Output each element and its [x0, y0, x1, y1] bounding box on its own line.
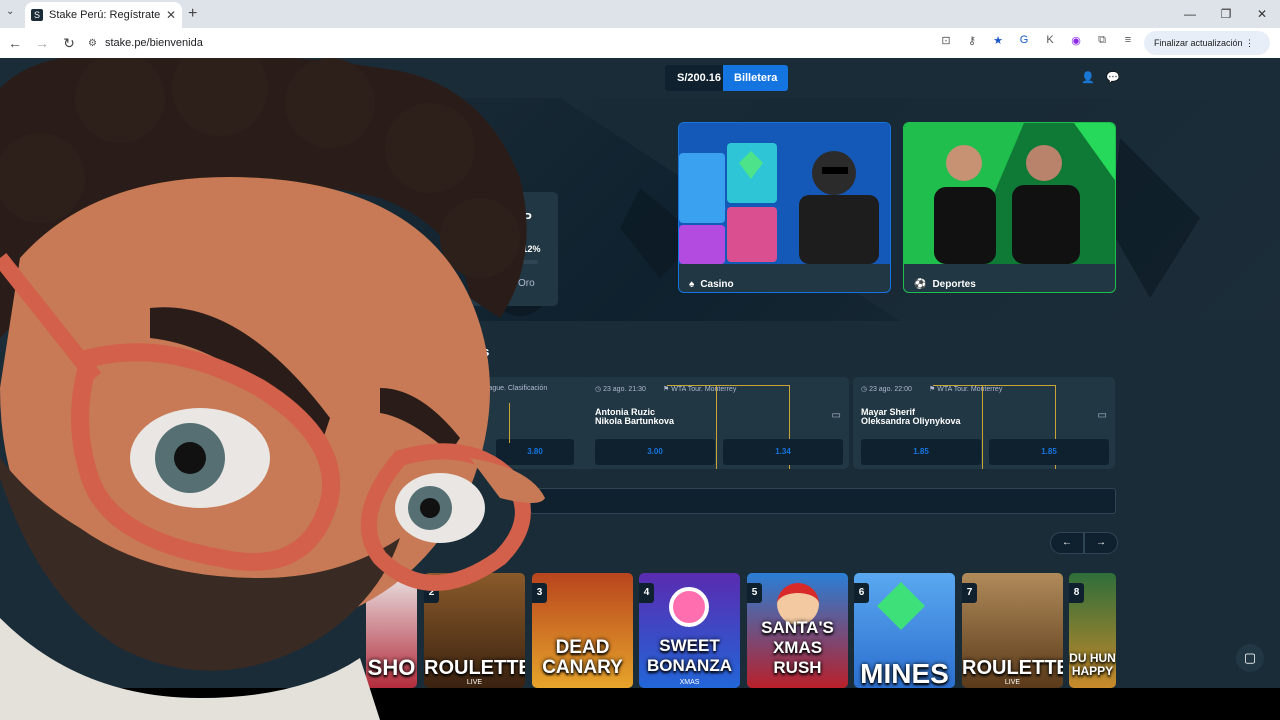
- game-card-8[interactable]: 8 DU HUN HAPPY: [1069, 573, 1116, 688]
- close-tab-icon[interactable]: ✕: [166, 8, 176, 22]
- live-stream-icon[interactable]: ▭: [832, 410, 841, 421]
- game-7-title: ROULETTE: [962, 657, 1063, 679]
- game-4-rank: 4: [639, 583, 654, 603]
- game-card-6[interactable]: 6 MINES: [854, 573, 955, 688]
- password-key-icon[interactable]: ⚷: [964, 34, 980, 47]
- match-2-tournament: ⚑ WTA Tour. Monterrey: [663, 386, 737, 393]
- live-chat-button[interactable]: ▢: [1236, 644, 1264, 672]
- match-3-odd-away[interactable]: 1.85: [989, 439, 1109, 465]
- back-icon[interactable]: ←: [3, 35, 27, 51]
- url-text: stake.pe/bienvenida: [104, 37, 203, 49]
- window-controls: — ❐ ✕: [1172, 0, 1280, 28]
- translate-icon[interactable]: G: [1016, 34, 1032, 47]
- match-2-odd-away[interactable]: 1.34: [723, 439, 843, 465]
- game-7-rank: 7: [962, 583, 977, 603]
- browser-toolbar: ← → ↻ ⚙ stake.pe/bienvenida ⊡ ⚷ ★ G K ◉ …: [0, 28, 1280, 58]
- install-icon[interactable]: ⊡: [938, 34, 954, 47]
- forward-icon[interactable]: →: [30, 35, 54, 51]
- court-line: [716, 385, 717, 469]
- tab-title: Stake Perú: Regístrate y Reclam: [49, 9, 162, 21]
- chat-icon[interactable]: 💬: [1106, 71, 1120, 84]
- match-card-2[interactable]: ◷ 23 ago. 21:30 ⚑ WTA Tour. Monterrey An…: [587, 377, 849, 469]
- match-3-tournament: ⚑ WTA Tour. Monterrey: [929, 386, 1003, 393]
- game-6-title: MINES: [860, 658, 949, 688]
- game-5-rank: 5: [747, 583, 762, 603]
- reload-icon[interactable]: ↻: [57, 35, 81, 52]
- match-2-odd-home[interactable]: 3.00: [595, 439, 715, 465]
- extension-k-icon[interactable]: K: [1042, 34, 1058, 47]
- carousel-arrows: ← →: [1050, 532, 1118, 554]
- live-stream-icon[interactable]: ▭: [1098, 410, 1107, 421]
- game-8-rank: 8: [1069, 583, 1084, 603]
- favicon-icon: S: [31, 9, 43, 21]
- carousel-next-button[interactable]: →: [1084, 532, 1118, 554]
- tab-strip: ⌄ S Stake Perú: Regístrate y Reclam ✕ + …: [0, 0, 1280, 28]
- court-line: [982, 385, 983, 469]
- match-3-date: ◷ 23 ago. 22:00: [861, 386, 912, 393]
- wallet-button[interactable]: Billetera: [723, 65, 789, 91]
- match-3-odd-home[interactable]: 1.85: [861, 439, 981, 465]
- sports-icon: ⚽: [914, 278, 927, 290]
- update-label: Finalizar actualización: [1153, 38, 1243, 48]
- browser-tab[interactable]: S Stake Perú: Regístrate y Reclam ✕: [25, 2, 182, 28]
- match-2-player2: Nikola Bartunkova: [595, 416, 675, 426]
- court-line: [667, 385, 789, 386]
- casino-card-art: [679, 123, 890, 264]
- lollipop-art: [669, 587, 709, 627]
- restore-icon[interactable]: ❐: [1208, 0, 1244, 28]
- new-tab-icon[interactable]: +: [188, 5, 197, 23]
- game-5-title: SANTA'S XMAS RUSH: [761, 618, 834, 677]
- update-button[interactable]: Finalizar actualización ⋮: [1143, 31, 1270, 55]
- carousel-prev-button[interactable]: ←: [1050, 532, 1084, 554]
- game-6-rank: 6: [854, 583, 869, 603]
- casino-card-label: ♠ Casino: [679, 269, 890, 292]
- casino-card[interactable]: ♠ Casino: [678, 122, 891, 293]
- game-4-title: SWEET BONANZA: [647, 636, 732, 675]
- tab-search-icon[interactable]: ⌄: [6, 6, 14, 17]
- sports-label-text: Deportes: [932, 278, 976, 290]
- court-line: [933, 385, 1055, 386]
- minimize-icon[interactable]: —: [1172, 0, 1208, 28]
- casino-icon: ♠: [689, 278, 695, 290]
- casino-label-text: Casino: [700, 278, 734, 290]
- toolbar-icons: ⊡ ⚷ ★ G K ◉ ⧉ ≡ ◍: [938, 34, 1162, 47]
- site-info-icon[interactable]: ⚙: [88, 38, 97, 49]
- close-window-icon[interactable]: ✕: [1244, 0, 1280, 28]
- browser-chrome: ⌄ S Stake Perú: Regístrate y Reclam ✕ + …: [0, 0, 1280, 58]
- bookmark-star-icon[interactable]: ★: [990, 34, 1006, 47]
- game-8-title: DU HUN HAPPY: [1069, 651, 1116, 678]
- user-icon[interactable]: 👤: [1081, 71, 1095, 84]
- match-2-date: ◷ 23 ago. 21:30: [595, 386, 646, 393]
- gem-art: [876, 581, 926, 631]
- extension-purple-icon[interactable]: ◉: [1068, 34, 1084, 47]
- reading-list-icon[interactable]: ≡: [1120, 34, 1136, 47]
- game-4-sub: XMAS: [679, 679, 700, 686]
- avatar-overlay: [0, 58, 545, 720]
- game-card-5[interactable]: 5 SANTA'S XMAS RUSH: [747, 573, 848, 688]
- game-card-4[interactable]: 4 SWEET BONANZA XMAS: [639, 573, 740, 688]
- sports-card[interactable]: ⚽ Deportes: [903, 122, 1116, 293]
- search-input[interactable]: [530, 488, 1116, 514]
- extensions-puzzle-icon[interactable]: ⧉: [1094, 34, 1110, 47]
- game-7-sub: LIVE: [1004, 679, 1021, 686]
- game-card-7[interactable]: 7 ROULETTE LIVE: [962, 573, 1063, 688]
- match-3-player2: Oleksandra Oliynykova: [861, 416, 961, 426]
- sports-card-art: [904, 123, 1115, 264]
- match-card-3[interactable]: ◷ 23 ago. 22:00 ⚑ WTA Tour. Monterrey Ma…: [853, 377, 1115, 469]
- sports-card-label: ⚽ Deportes: [904, 269, 1115, 292]
